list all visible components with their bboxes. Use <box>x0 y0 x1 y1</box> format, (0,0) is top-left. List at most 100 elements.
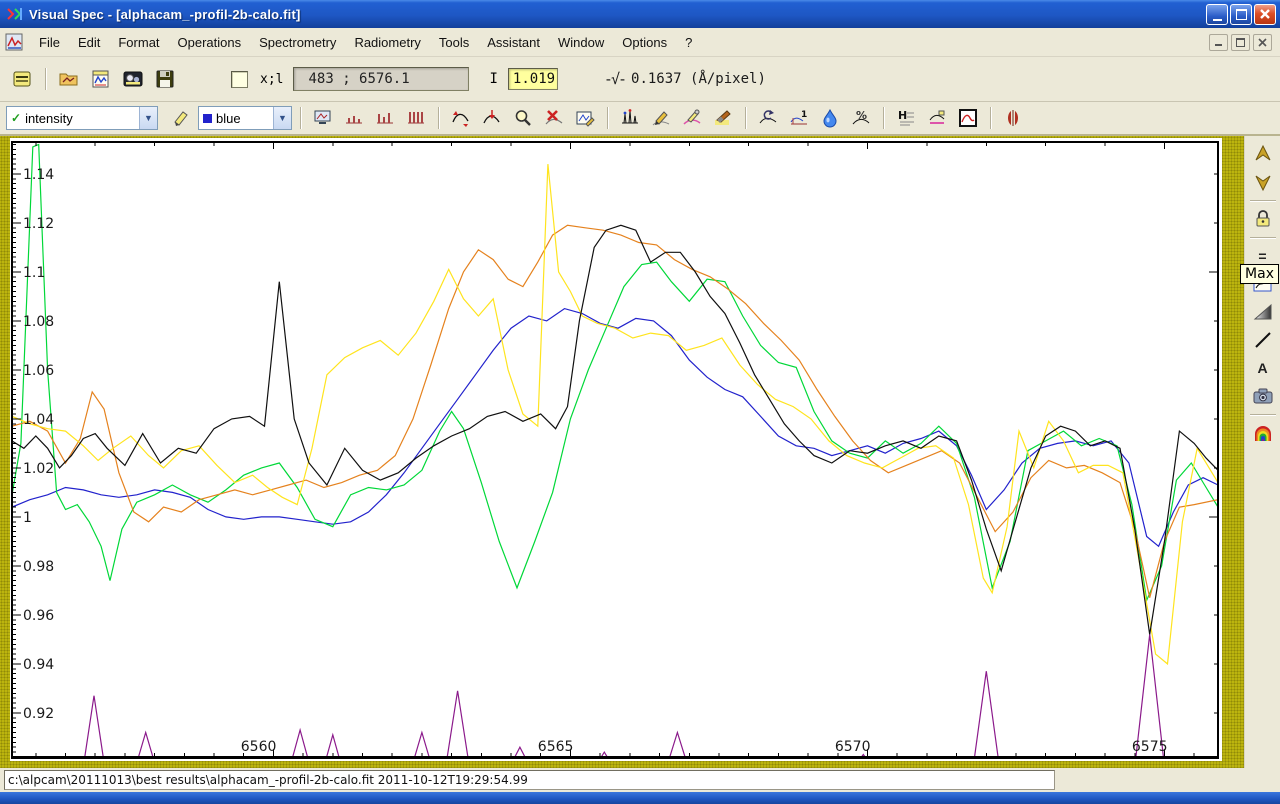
menu-help[interactable]: ? <box>676 31 701 54</box>
palette-icon[interactable] <box>1250 421 1276 445</box>
coord-label: x;l <box>260 72 283 87</box>
chevron-down-icon[interactable]: ▼ <box>139 107 157 129</box>
undo-curve-icon[interactable] <box>754 104 782 132</box>
svg-text:0.96: 0.96 <box>23 608 54 624</box>
intensity-readout: 1.019 <box>508 68 558 90</box>
menu-format[interactable]: Format <box>109 31 168 54</box>
toolbar-separator <box>883 107 884 129</box>
svg-text:1.14: 1.14 <box>23 167 54 183</box>
spectra-stack-icon[interactable] <box>8 65 36 93</box>
toolbar-separator <box>990 107 991 129</box>
eraser-pen-icon[interactable] <box>167 104 195 132</box>
percent-curve-icon[interactable]: % <box>847 104 875 132</box>
check-icon: ✓ <box>11 111 21 125</box>
delete-curve-icon[interactable] <box>540 104 568 132</box>
app-icon <box>6 5 24 23</box>
toolbar-separator <box>45 68 46 90</box>
save-icon[interactable] <box>151 65 179 93</box>
header-icon[interactable]: H <box>892 104 920 132</box>
svg-text:6560: 6560 <box>241 739 277 755</box>
color-select[interactable]: blue ▼ <box>198 106 292 130</box>
capture-icon[interactable] <box>119 65 147 93</box>
title-bar[interactable]: Visual Spec - [alphacam_-profil-2b-calo.… <box>0 0 1280 28</box>
zoom-icon[interactable] <box>509 104 537 132</box>
arrow-down-icon[interactable] <box>1250 170 1276 194</box>
preview-frame-icon[interactable] <box>954 104 982 132</box>
menu-options[interactable]: Options <box>613 31 676 54</box>
menu-spectrometry[interactable]: Spectrometry <box>250 31 345 54</box>
open-folder-icon[interactable] <box>55 65 83 93</box>
shift-curve-icon[interactable] <box>478 104 506 132</box>
emission-lines-icon-3[interactable] <box>402 104 430 132</box>
mdi-close-icon <box>1258 38 1267 47</box>
svg-text:6575: 6575 <box>1132 739 1168 755</box>
split-red-icon[interactable] <box>999 104 1027 132</box>
brush-icon[interactable] <box>709 104 737 132</box>
pick-pencil-icon[interactable] <box>678 104 706 132</box>
display-icon[interactable] <box>309 104 337 132</box>
status-bar: c:\alpcam\20111013\best results\alphacam… <box>0 768 1280 792</box>
svg-text:0.92: 0.92 <box>23 706 54 722</box>
svg-text:1.04: 1.04 <box>23 412 54 428</box>
menu-bar: File Edit Format Operations Spectrometry… <box>0 28 1280 57</box>
mdi-close-button[interactable] <box>1253 34 1272 51</box>
window-title: Visual Spec - [alphacam_-profil-2b-calo.… <box>29 7 301 22</box>
svg-text:1: 1 <box>801 110 807 120</box>
chart-frame: 0.920.940.960.9811.021.041.061.081.11.12… <box>0 136 1244 768</box>
text-tool-icon[interactable]: A <box>1250 356 1276 380</box>
window-bottom-border <box>0 792 1280 804</box>
minimize-icon <box>1213 16 1222 21</box>
baseline-icon[interactable] <box>923 104 951 132</box>
menu-tools[interactable]: Tools <box>430 31 478 54</box>
mdi-restore-button[interactable] <box>1231 34 1250 51</box>
minimize-button[interactable] <box>1206 4 1228 25</box>
series-select-value: intensity <box>25 111 73 126</box>
max-tooltip: Max <box>1240 264 1279 284</box>
menu-file[interactable]: File <box>30 31 69 54</box>
color-swatch <box>203 114 212 123</box>
document-icon[interactable] <box>4 32 24 52</box>
gradient-icon[interactable] <box>1250 300 1276 324</box>
menu-assistant[interactable]: Assistant <box>478 31 549 54</box>
restore-button[interactable] <box>1230 4 1252 25</box>
water-drop-icon[interactable] <box>816 104 844 132</box>
app-window: Visual Spec - [alphacam_-profil-2b-calo.… <box>0 0 1280 800</box>
fit-curve-icon[interactable] <box>447 104 475 132</box>
panel-separator <box>1250 414 1276 415</box>
menu-edit[interactable]: Edit <box>69 31 109 54</box>
svg-text:6565: 6565 <box>538 739 574 755</box>
emission-lines-icon-2[interactable] <box>371 104 399 132</box>
mdi-minimize-icon <box>1215 44 1222 46</box>
coord-mode-checkbox[interactable] <box>231 71 248 88</box>
chevron-down-icon[interactable]: ▼ <box>273 107 291 129</box>
line-tool-icon[interactable] <box>1250 328 1276 352</box>
coordinate-readout: 483 ; 6576.1 <box>293 67 469 91</box>
close-button[interactable] <box>1254 4 1276 25</box>
arrow-up-icon[interactable] <box>1250 142 1276 166</box>
toolbar-separator <box>438 107 439 129</box>
peaks-icon[interactable] <box>616 104 644 132</box>
camera-icon[interactable] <box>1250 384 1276 408</box>
svg-text:%: % <box>856 109 867 122</box>
svg-text:1.1: 1.1 <box>23 265 45 281</box>
series-select[interactable]: ✓ intensity ▼ <box>6 106 158 130</box>
dispersion-readout: -√- 0.1637 (Å/pixel) <box>604 70 766 88</box>
svg-text:1.08: 1.08 <box>23 314 54 330</box>
open-profile-icon[interactable] <box>87 65 115 93</box>
menu-operations[interactable]: Operations <box>169 31 251 54</box>
main-area: 0.920.940.960.9811.021.041.061.081.11.12… <box>0 136 1280 768</box>
svg-text:0.98: 0.98 <box>23 559 54 575</box>
spectrum-plot[interactable]: 0.920.940.960.9811.021.041.061.081.11.12… <box>0 136 1244 768</box>
emission-lines-icon-1[interactable] <box>340 104 368 132</box>
menu-window[interactable]: Window <box>549 31 613 54</box>
mdi-minimize-button[interactable] <box>1209 34 1228 51</box>
svg-text:H: H <box>898 109 907 122</box>
normalize-icon[interactable]: 1 <box>785 104 813 132</box>
svg-text:1.06: 1.06 <box>23 363 54 379</box>
right-toolbar: = c A <box>1244 136 1280 768</box>
lock-icon[interactable] <box>1250 207 1276 231</box>
edit-chart-icon[interactable] <box>571 104 599 132</box>
draw-pencil-icon[interactable] <box>647 104 675 132</box>
svg-text:1.12: 1.12 <box>23 216 54 232</box>
menu-radiometry[interactable]: Radiometry <box>345 31 429 54</box>
